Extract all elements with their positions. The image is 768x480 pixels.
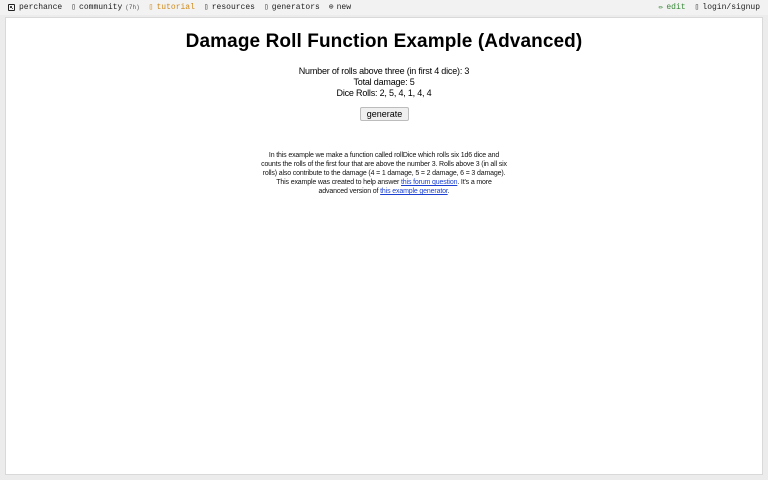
activity-count: (7h) — [125, 4, 140, 11]
folder-icon: ▯ — [203, 3, 209, 12]
description-text: In this example we make a function calle… — [261, 151, 507, 196]
nav-label: tutorial — [156, 3, 195, 12]
dice-rolls-line: Dice Rolls: 2, 5, 4, 1, 4, 4 — [336, 88, 432, 98]
example-generator-link[interactable]: this example generator — [380, 188, 448, 195]
login-signup-link[interactable]: ▯ login/signup — [695, 0, 760, 15]
perchance-logo-link[interactable]: perchance — [8, 0, 62, 15]
nav-label: generators — [271, 3, 320, 12]
edit-link[interactable]: ✏ edit — [659, 0, 686, 15]
forum-question-link[interactable]: this forum question — [401, 179, 457, 186]
nav-label: resources — [211, 3, 255, 12]
generator-output: Number of rolls above three (in first 4 … — [6, 66, 762, 99]
nav-label: login/signup — [702, 3, 760, 12]
generate-button[interactable]: generate — [360, 107, 409, 121]
tutorial-link[interactable]: ▯ tutorial — [149, 0, 195, 15]
nav-label: community — [79, 3, 123, 12]
new-link[interactable]: ⊕ new — [329, 0, 351, 15]
pencil-icon: ✏ — [658, 3, 664, 12]
book-icon: ▯ — [148, 3, 154, 12]
nav-label: new — [336, 3, 352, 12]
resources-link[interactable]: ▯ resources — [204, 0, 255, 15]
rolls-above-three-line: Number of rolls above three (in first 4 … — [298, 66, 470, 76]
community-link[interactable]: ▯ community (7h) — [71, 0, 139, 15]
nav-right: ✏ edit ▯ login/signup — [650, 0, 760, 15]
plus-circle-icon: ⊕ — [328, 3, 334, 12]
nav-label: edit — [666, 3, 686, 12]
chat-icon: ▯ — [71, 3, 77, 12]
total-damage-line: Total damage: 5 — [353, 77, 415, 87]
page-title: Damage Roll Function Example (Advanced) — [185, 31, 583, 52]
user-icon: ▯ — [694, 3, 700, 12]
list-icon: ▯ — [263, 3, 269, 12]
nav-label: perchance — [19, 3, 63, 12]
die-icon — [8, 4, 15, 11]
nav-left: perchance ▯ community (7h) ▯ tutorial ▯ resourc… — [8, 0, 360, 15]
generators-link[interactable]: ▯ generators — [264, 0, 320, 15]
main-panel: Damage Roll Function Example (Advanced) … — [5, 17, 763, 475]
top-nav-bar: perchance ▯ community (7h) ▯ tutorial ▯ resourc… — [0, 0, 768, 15]
description-part-3: . — [447, 188, 450, 195]
